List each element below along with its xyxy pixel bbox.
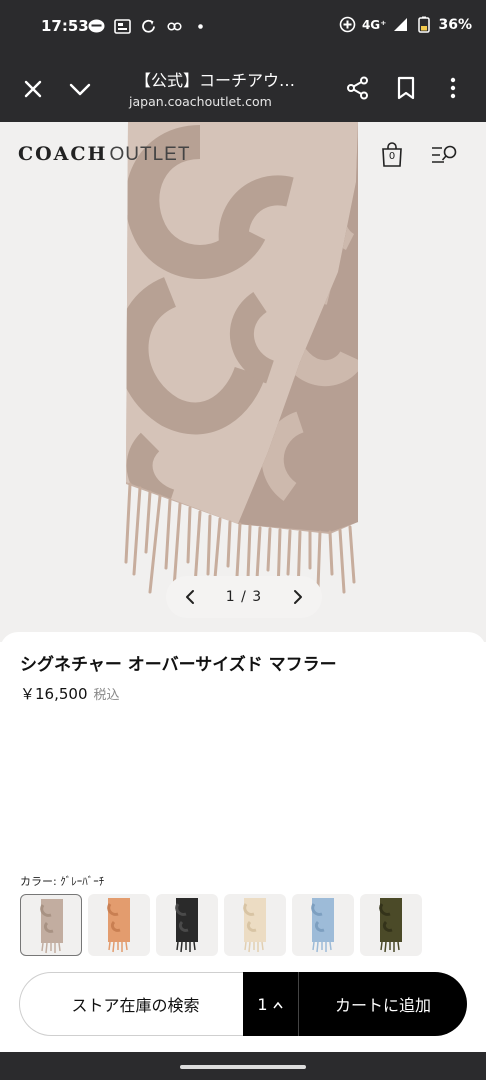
add-circle-icon [339,16,356,33]
battery-percent: 36% [438,16,472,33]
network-type: 4G⁺ [361,17,387,32]
status-time: 17:53 [41,17,89,35]
swatch-black[interactable] [156,894,218,956]
product-info-sheet: シグネチャー オーバーサイズド マフラー ￥16,500 税込 カラー: ｸﾞﾚｰ… [0,632,486,1052]
purchase-action-bar: ストア在庫の検索 1 カートに追加 [19,972,467,1036]
system-nav-bar [0,1052,486,1080]
page-title: 【公式】コーチアウ… [135,71,296,90]
sim-icon [114,18,131,35]
site-header: COACH OUTLET 0 [0,122,486,186]
coach-outlet-logo[interactable]: COACH OUTLET [18,143,190,166]
scarf-image [124,122,358,602]
status-bar: 17:53 4G⁺ 36% [0,0,486,56]
menu-search-icon[interactable] [430,143,458,167]
product-name: シグネチャー オーバーサイズド マフラー [20,655,337,675]
sync-icon [140,18,157,35]
chevron-right-icon[interactable] [288,588,306,606]
line-icon [88,18,105,35]
chevron-down-icon[interactable] [67,76,93,102]
chevron-left-icon[interactable] [182,588,200,606]
more-vert-icon[interactable] [440,75,466,101]
close-icon[interactable] [20,76,46,102]
color-label: カラー: ｸﾞﾚｰﾊﾞｰﾁ [20,875,105,888]
page-url[interactable]: japan.coachoutlet.com [129,94,272,109]
status-icons-left [88,18,209,35]
price-row: ￥16,500 税込 [20,683,120,704]
share-icon[interactable] [345,75,371,101]
status-icons-right: 4G⁺ 36% [339,16,472,33]
infinity-icon [166,18,183,35]
swatch-orange[interactable] [88,894,150,956]
bag-count: 0 [388,151,396,162]
product-image-carousel[interactable]: COACH OUTLET 0 1 / 3 [0,122,486,642]
shopping-bag-icon[interactable]: 0 [380,142,404,168]
gesture-handle[interactable] [180,1065,306,1069]
store-stock-search-button[interactable]: ストア在庫の検索 [19,972,251,1036]
carousel-nav: 1 / 3 [166,576,322,618]
quantity-value: 1 [257,994,268,1014]
bookmark-icon[interactable] [393,75,419,101]
dot-icon [192,18,209,35]
carousel-counter: 1 / 3 [225,589,263,605]
swatch-grey-birch[interactable] [20,894,82,956]
quantity-selector[interactable]: 1 [243,972,299,1036]
swatch-light-blue[interactable] [292,894,354,956]
product-price: ￥16,500 [20,685,88,703]
tax-note: 税込 [93,688,120,703]
battery-icon [415,16,432,33]
signal-icon [392,16,409,33]
swatch-olive[interactable] [360,894,422,956]
color-swatches [20,894,422,956]
swatch-cream[interactable] [224,894,286,956]
browser-toolbar: 【公式】コーチアウ… japan.coachoutlet.com [0,56,486,122]
add-to-cart-button[interactable]: カートに追加 [299,972,467,1036]
chevron-up-icon [272,995,284,1014]
